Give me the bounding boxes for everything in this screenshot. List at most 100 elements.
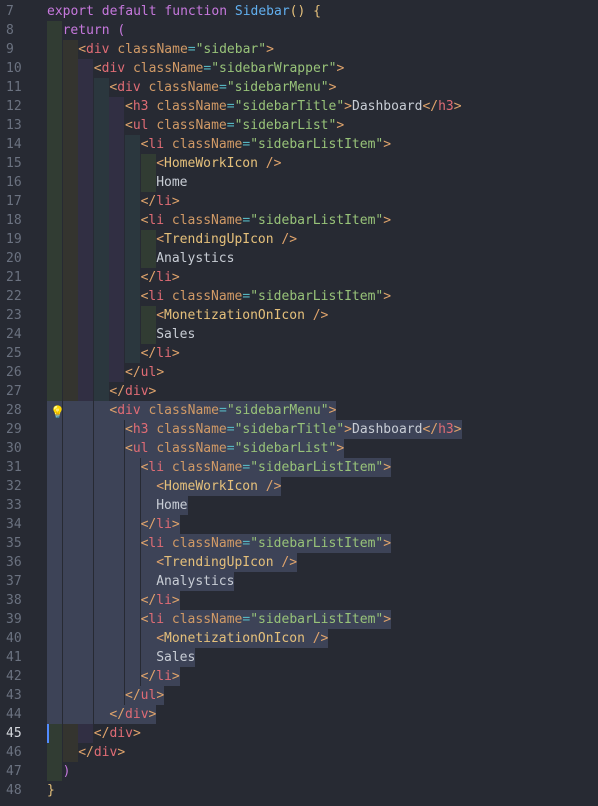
line-gutter[interactable]: 15 xyxy=(0,154,40,173)
code-line[interactable]: 38 </li> xyxy=(0,591,598,610)
code-line[interactable]: 39 <li className="sidebarListItem"> xyxy=(0,610,598,629)
code-line[interactable]: 18 <li className="sidebarListItem"> xyxy=(0,211,598,230)
code-text: <MonetizationOnIcon /> xyxy=(156,306,328,325)
code-line[interactable]: 14 <li className="sidebarListItem"> xyxy=(0,135,598,154)
code-line[interactable]: 42 </li> xyxy=(0,667,598,686)
code-line[interactable]: 47) xyxy=(0,762,598,781)
code-line[interactable]: 7 export default function Sidebar() { xyxy=(0,2,598,21)
code-token: div xyxy=(125,707,149,722)
line-gutter[interactable]: 45 xyxy=(0,724,40,743)
code-line[interactable]: 35 <li className="sidebarListItem"> xyxy=(0,534,598,553)
code-line[interactable]: 17 </li> xyxy=(0,192,598,211)
code-line[interactable]: 32 <HomeWorkIcon /> xyxy=(0,477,598,496)
code-line[interactable]: 36 <TrendingUpIcon /> xyxy=(0,553,598,572)
line-gutter[interactable]: 43 xyxy=(0,686,40,705)
code-line[interactable]: 46 </div> xyxy=(0,743,598,762)
code-line[interactable]: 8 return ( xyxy=(0,21,598,40)
line-gutter[interactable]: 20 xyxy=(0,249,40,268)
line-gutter[interactable]: 23 xyxy=(0,306,40,325)
code-line[interactable]: 44 </div> xyxy=(0,705,598,724)
line-gutter[interactable]: 29 xyxy=(0,420,40,439)
code-line[interactable]: 24 Sales xyxy=(0,325,598,344)
line-gutter[interactable]: 17 xyxy=(0,192,40,211)
code-token: = xyxy=(242,213,251,228)
code-line[interactable]: 21 </li> xyxy=(0,268,598,287)
line-gutter[interactable]: 24 xyxy=(0,325,40,344)
code-line[interactable]: 9 <div className="sidebar"> xyxy=(0,40,598,59)
line-gutter[interactable]: 18 xyxy=(0,211,40,230)
line-gutter[interactable]: 7 xyxy=(0,2,40,21)
line-gutter[interactable]: 21 xyxy=(0,268,40,287)
code-line[interactable]: 40 <MonetizationOnIcon /> xyxy=(0,629,598,648)
line-gutter[interactable]: 34 xyxy=(0,515,40,534)
code-line[interactable]: 43 </ul> xyxy=(0,686,598,705)
code-text: </li> xyxy=(141,344,180,363)
line-gutter[interactable]: 37 xyxy=(0,572,40,591)
code-text: </li> xyxy=(141,192,180,211)
line-gutter[interactable]: 26 xyxy=(0,363,40,382)
line-gutter[interactable]: 35 xyxy=(0,534,40,553)
code-line[interactable]: 13 <ul className="sidebarList"> xyxy=(0,116,598,135)
code-line[interactable]: 22 <li className="sidebarListItem"> xyxy=(0,287,598,306)
code-line[interactable]: 16 Home xyxy=(0,173,598,192)
line-number: 36 xyxy=(6,555,22,570)
line-gutter[interactable]: 8 xyxy=(0,21,40,40)
code-line[interactable]: 10 <div className="sidebarWrapper"> xyxy=(0,59,598,78)
code-line[interactable]: 37 Analystics xyxy=(0,572,598,591)
indent-guide xyxy=(62,686,78,705)
line-number: 35 xyxy=(6,536,22,551)
code-line[interactable]: 28 💡 <div className="sidebarMenu"> xyxy=(0,401,598,420)
code-token: Sidebar xyxy=(234,4,290,19)
line-gutter[interactable]: 11 xyxy=(0,78,40,97)
code-line[interactable]: 11 <div className="sidebarMenu"> xyxy=(0,78,598,97)
code-token: > xyxy=(328,403,337,418)
code-line[interactable]: 48} xyxy=(0,781,598,800)
line-gutter[interactable]: 36 xyxy=(0,553,40,572)
line-gutter[interactable]: 16 xyxy=(0,173,40,192)
line-number: 46 xyxy=(6,745,22,760)
line-gutter[interactable]: 32 xyxy=(0,477,40,496)
code-line[interactable]: 27 </div> xyxy=(0,382,598,401)
code-line[interactable]: 19 <TrendingUpIcon /> xyxy=(0,230,598,249)
code-line[interactable]: 12 <h3 className="sidebarTitle">Dashboard… xyxy=(0,97,598,116)
indent-guide xyxy=(125,648,140,667)
line-gutter[interactable]: 42 xyxy=(0,667,40,686)
code-line[interactable]: 34 </li> xyxy=(0,515,598,534)
line-gutter[interactable]: 47 xyxy=(0,762,40,781)
code-line[interactable]: 26 </ul> xyxy=(0,363,598,382)
code-line[interactable]: 29 <h3 className="sidebarTitle">Dashboard… xyxy=(0,420,598,439)
line-gutter[interactable]: 31 xyxy=(0,458,40,477)
code-editor[interactable]: 7 export default function Sidebar() {8 ret… xyxy=(0,0,598,806)
line-gutter[interactable]: 48 xyxy=(0,781,40,800)
line-gutter[interactable]: 38 xyxy=(0,591,40,610)
line-gutter[interactable]: 13 xyxy=(0,116,40,135)
code-line[interactable]: 23 <MonetizationOnIcon /> xyxy=(0,306,598,325)
line-gutter[interactable]: 12 xyxy=(0,97,40,116)
line-gutter[interactable]: 27 xyxy=(0,382,40,401)
code-line[interactable]: 31 <li className="sidebarListItem"> xyxy=(0,458,598,477)
line-gutter[interactable]: 33 xyxy=(0,496,40,515)
line-gutter[interactable]: 46 xyxy=(0,743,40,762)
line-gutter[interactable]: 41 xyxy=(0,648,40,667)
code-line[interactable]: 15 <HomeWorkIcon /> xyxy=(0,154,598,173)
line-gutter[interactable]: 44 xyxy=(0,705,40,724)
line-gutter[interactable]: 39 xyxy=(0,610,40,629)
indent-guide xyxy=(62,705,78,724)
code-line[interactable]: 20 Analystics xyxy=(0,249,598,268)
code-line[interactable]: 41 Sales xyxy=(0,648,598,667)
line-gutter[interactable]: 14 xyxy=(0,135,40,154)
line-gutter[interactable]: 40 xyxy=(0,629,40,648)
line-gutter[interactable]: 19 xyxy=(0,230,40,249)
line-gutter[interactable]: 25 xyxy=(0,344,40,363)
code-token: > xyxy=(453,422,462,437)
indent-guide xyxy=(62,135,78,154)
code-line[interactable]: 30 <ul className="sidebarList"> xyxy=(0,439,598,458)
code-line[interactable]: 33 Home xyxy=(0,496,598,515)
line-gutter[interactable]: 10 xyxy=(0,59,40,78)
line-gutter[interactable]: 9 xyxy=(0,40,40,59)
code-line[interactable]: 25 </li> xyxy=(0,344,598,363)
line-gutter[interactable]: 30 xyxy=(0,439,40,458)
code-line[interactable]: 45 </div> xyxy=(0,724,598,743)
line-gutter[interactable]: 22 xyxy=(0,287,40,306)
line-gutter[interactable]: 28 xyxy=(0,401,40,420)
